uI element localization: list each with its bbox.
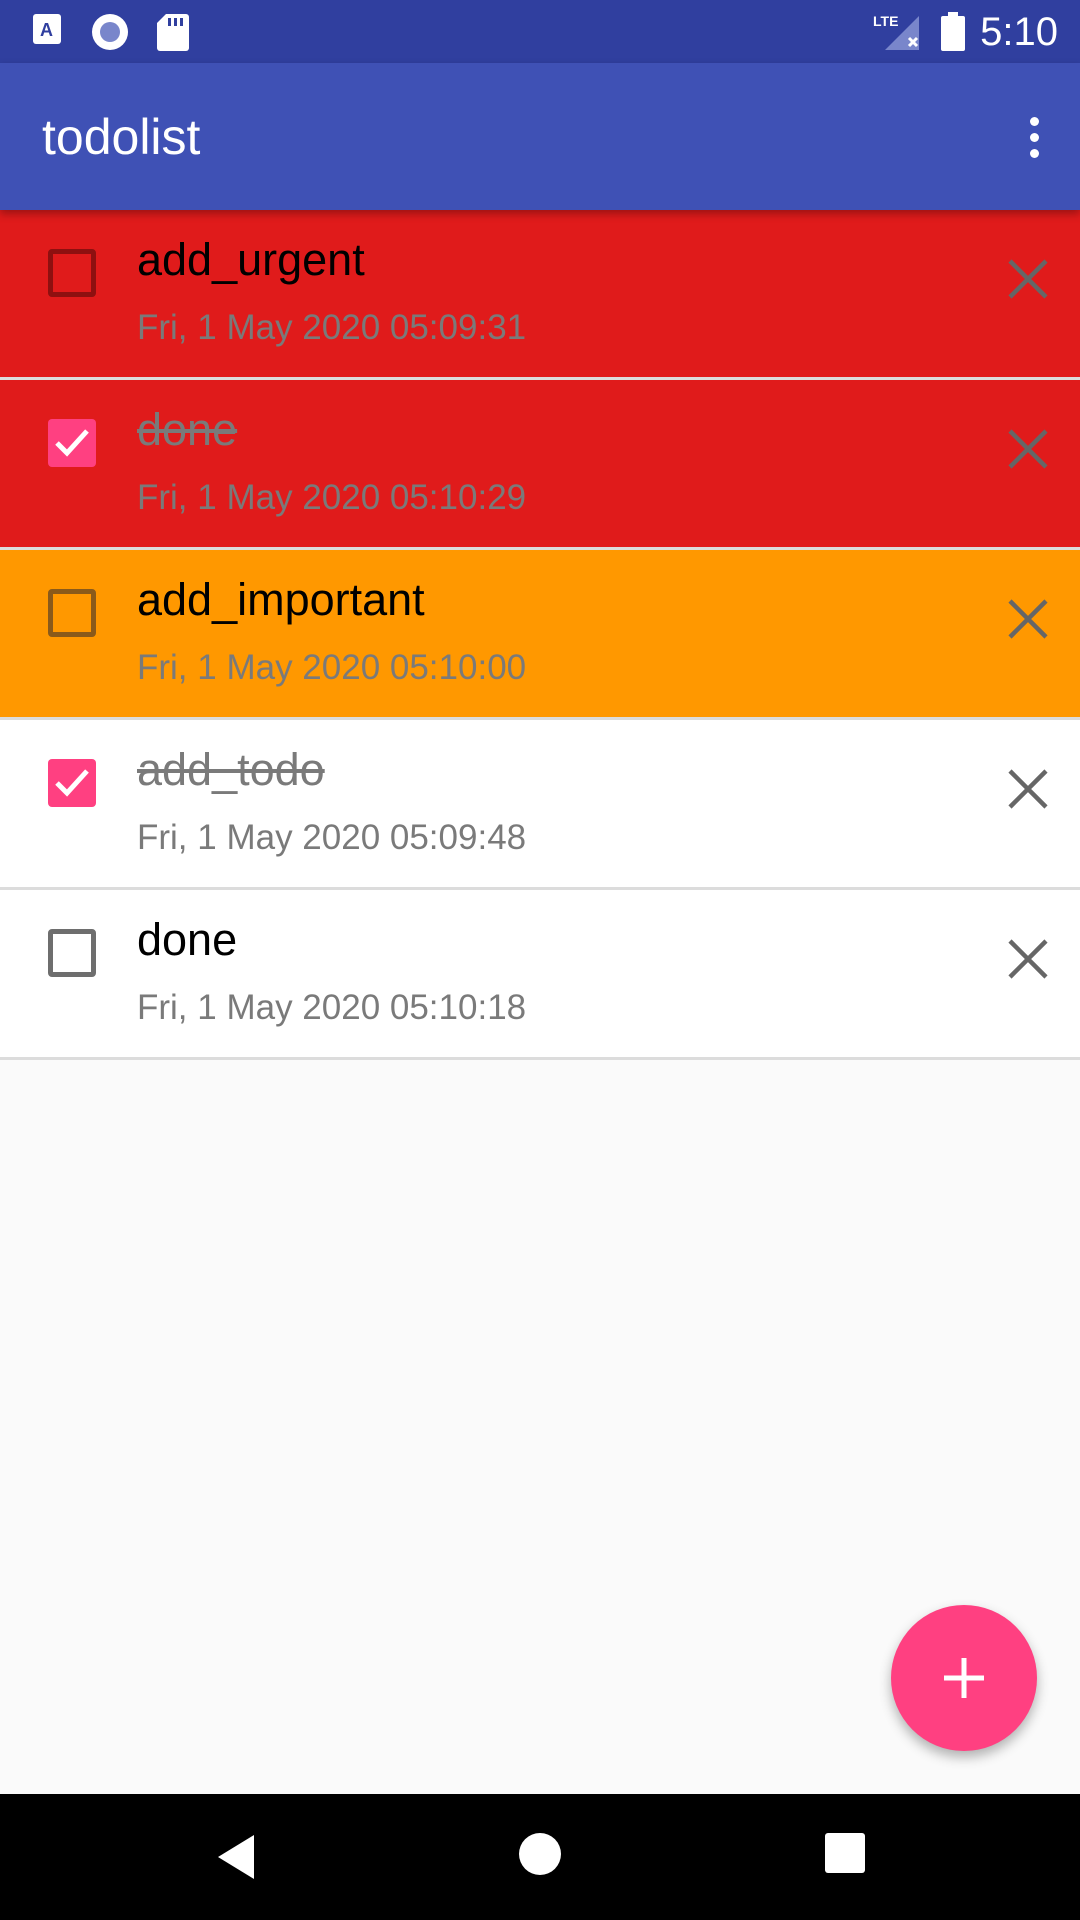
battery-icon [941, 12, 965, 51]
todo-row[interactable]: add_important Fri, 1 May 2020 05:10:00 [0, 550, 1080, 720]
close-icon[interactable] [1006, 427, 1050, 471]
svg-text:A: A [40, 20, 53, 40]
recents-icon[interactable] [824, 1832, 866, 1874]
status-time: 5:10 [980, 10, 1058, 54]
todo-date: Fri, 1 May 2020 05:10:29 [137, 478, 527, 517]
todo-title: done [137, 404, 238, 455]
todo-title: done [137, 914, 238, 965]
back-icon[interactable] [214, 1832, 258, 1882]
todo-checkbox[interactable] [48, 249, 96, 297]
todo-date: Fri, 1 May 2020 05:09:48 [137, 818, 527, 857]
svg-text:LTE: LTE [873, 13, 898, 29]
todo-row[interactable]: done Fri, 1 May 2020 05:10:29 [0, 380, 1080, 550]
more-vert-icon[interactable] [1014, 113, 1054, 163]
close-icon[interactable] [1006, 257, 1050, 301]
check-icon [55, 769, 89, 797]
todo-row[interactable]: add_todo Fri, 1 May 2020 05:09:48 [0, 720, 1080, 890]
app-bar: todolist [0, 63, 1080, 210]
todo-checkbox[interactable] [48, 929, 96, 977]
todo-title: add_urgent [137, 234, 365, 285]
status-bar: A LTE 5:10 [0, 0, 1080, 63]
check-icon [55, 429, 89, 457]
a-notification-icon: A [33, 14, 61, 44]
todo-date: Fri, 1 May 2020 05:10:18 [137, 988, 527, 1027]
close-icon[interactable] [1006, 597, 1050, 641]
close-icon[interactable] [1006, 767, 1050, 811]
add-todo-button[interactable] [891, 1605, 1037, 1751]
todo-checkbox[interactable] [48, 589, 96, 637]
todo-date: Fri, 1 May 2020 05:10:00 [137, 648, 527, 687]
app-title: todolist [42, 109, 201, 165]
plus-icon [944, 1658, 984, 1698]
todo-checkbox[interactable] [48, 759, 96, 807]
todo-title: add_important [137, 574, 425, 625]
todo-date: Fri, 1 May 2020 05:09:31 [137, 308, 527, 347]
nav-bar [0, 1794, 1080, 1920]
todo-list: add_urgent Fri, 1 May 2020 05:09:31 done… [0, 210, 1080, 1060]
todo-row[interactable]: add_urgent Fri, 1 May 2020 05:09:31 [0, 210, 1080, 380]
todo-title: add_todo [137, 744, 325, 795]
todo-row[interactable]: done Fri, 1 May 2020 05:10:18 [0, 890, 1080, 1060]
radio-icon [92, 14, 128, 50]
lte-signal-icon: LTE [873, 13, 919, 50]
close-icon[interactable] [1006, 937, 1050, 981]
sd-card-icon [157, 14, 189, 51]
home-icon[interactable] [518, 1832, 562, 1876]
todo-checkbox[interactable] [48, 419, 96, 467]
